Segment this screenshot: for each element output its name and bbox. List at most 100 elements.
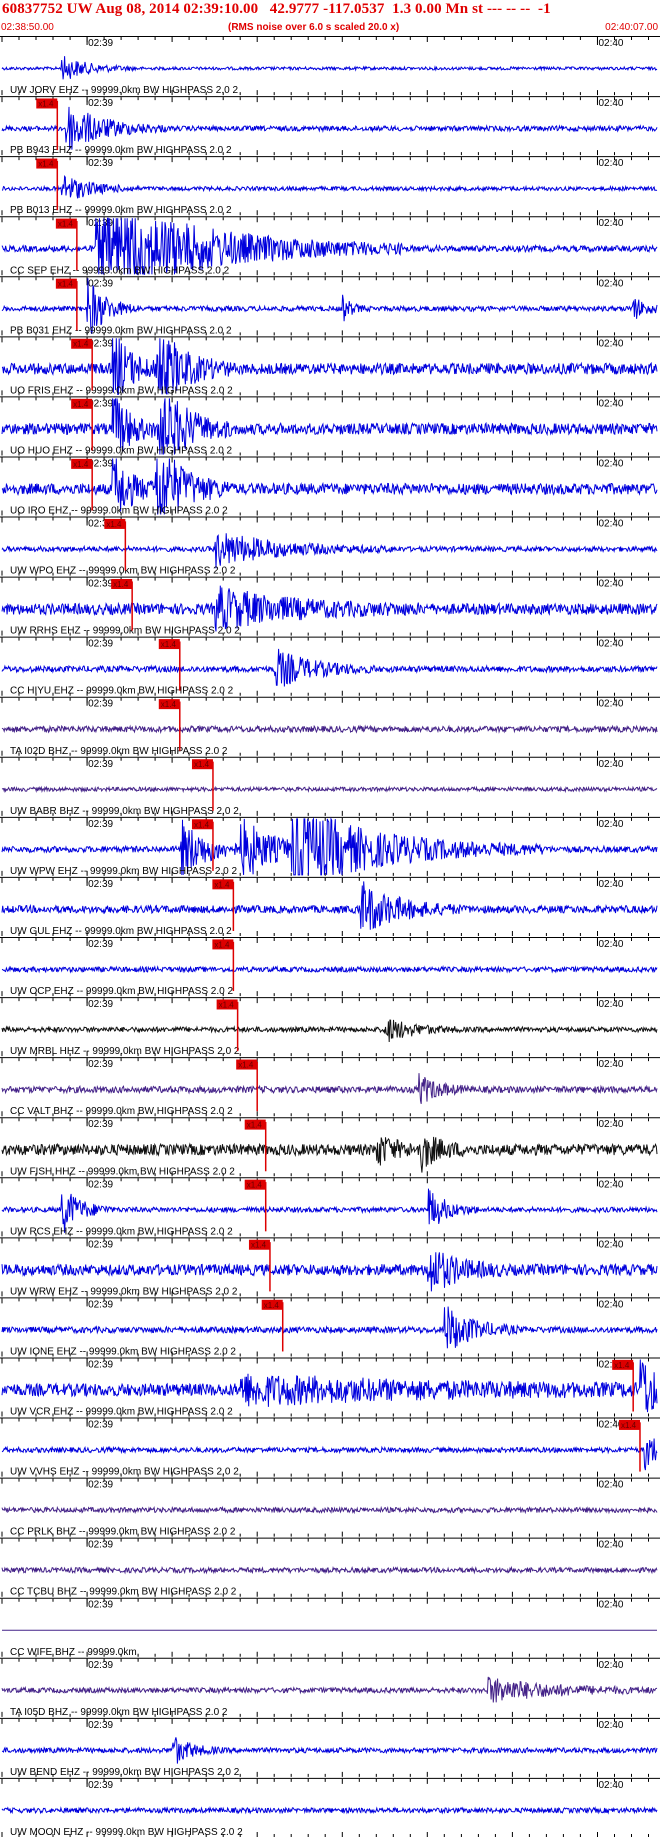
station-label: UO FRIS EHZ -- 99999.0km BW HIGHPASS 2.0… xyxy=(10,385,233,396)
minute-tick-label: 02:40 xyxy=(598,158,623,169)
minute-tick-label: 02:40 xyxy=(598,1059,623,1070)
minute-tick-label: 02:40 xyxy=(598,699,623,710)
station-label: UW JORV EHZ -- 99999.0km BW HIGHPASS 2.0… xyxy=(10,85,238,96)
station-label: PB B943 EHZ -- 99999.0km BW HIGHPASS 2.0… xyxy=(10,145,232,156)
pick-label: x1.4 xyxy=(113,580,129,589)
plot-title: 60837752 UW Aug 08, 2014 02:39:10.00 42.… xyxy=(2,1,551,17)
minute-tick-label: 02:39 xyxy=(88,278,113,289)
minute-tick-label: 02:40 xyxy=(598,38,623,49)
waveform-trace xyxy=(1,1438,658,1471)
station-label: UW GUL EHZ -- 99999.0km BW HIGHPASS 2.0 … xyxy=(10,926,232,937)
minute-tick-label: 02:39 xyxy=(88,1540,113,1551)
minute-tick-label: 02:40 xyxy=(598,1480,623,1491)
station-label: UW RRHS EHZ -- 99999.0km BW HIGHPASS 2.0… xyxy=(10,626,240,637)
minute-tick-label: 02:39 xyxy=(88,98,113,109)
minute-tick-label: 02:39 xyxy=(88,699,113,710)
station-label: CC PRLK BHZ -- 99999.0km BW HIGHPASS 2.0… xyxy=(10,1527,236,1538)
station-label: UW BABR BHZ -- 99999.0km BW HIGHPASS 2.0… xyxy=(10,806,239,817)
pick-label: x1.4 xyxy=(194,760,210,769)
minute-tick-label: 02:39 xyxy=(88,639,113,650)
minute-tick-label: 02:39 xyxy=(88,579,113,590)
waveform-trace xyxy=(1,1676,658,1703)
waveform-trace xyxy=(1,585,658,632)
minute-tick-label: 02:39 xyxy=(88,1600,113,1611)
pick-label: x1.4 xyxy=(264,1301,280,1310)
minute-tick-label: 02:39 xyxy=(88,1119,113,1130)
minute-tick-label: 02:40 xyxy=(598,458,623,469)
pick-label: x1.4 xyxy=(251,1241,267,1250)
minute-tick-label: 02:39 xyxy=(88,1359,113,1370)
station-label: TA I05D BHZ -- 99999.0km BW HIGHPASS 2.0… xyxy=(10,1707,228,1718)
minute-tick-label: 02:40 xyxy=(598,519,623,530)
minute-tick-label: 02:39 xyxy=(88,939,113,950)
station-label: CC SEP EHZ -- 99999.0km BW HIGHPASS 2.0 … xyxy=(10,265,230,276)
plot-header: 60837752 UW Aug 08, 2014 02:39:10.00 42.… xyxy=(0,0,660,36)
minute-tick-label: 02:40 xyxy=(598,98,623,109)
waveform-trace xyxy=(1,174,658,199)
station-label: CC TCBU BHZ -- 99999.0km BW HIGHPASS 2.0… xyxy=(10,1587,237,1598)
minute-tick-label: 02:39 xyxy=(88,1179,113,1190)
station-label: UO HUO EHZ -- 99999.0km BW HIGHPASS 2.0 … xyxy=(10,445,233,456)
waveform-trace xyxy=(1,1073,658,1105)
pick-label: x1.4 xyxy=(73,340,89,349)
minute-tick-label: 02:39 xyxy=(88,1720,113,1731)
pick-label: x1.4 xyxy=(214,940,230,949)
minute-tick-label: 02:39 xyxy=(88,1059,113,1070)
pick-label: x1.4 xyxy=(58,280,74,289)
waveform-trace xyxy=(1,1565,658,1575)
pick-label: x1.4 xyxy=(58,220,74,229)
station-label: CC HIYU EHZ -- 99999.0km BW HIGHPASS 2.0… xyxy=(10,686,234,697)
minute-tick-label: 02:39 xyxy=(88,158,113,169)
waveform-trace xyxy=(1,785,658,794)
waveform-trace xyxy=(1,1805,658,1815)
pick-label: x1.4 xyxy=(38,160,54,169)
station-label: CC WIFE BHZ -- 99999.0km xyxy=(10,1647,137,1658)
minute-tick-label: 02:39 xyxy=(88,759,113,770)
waveform-trace xyxy=(1,56,658,80)
pick-label: x1.4 xyxy=(247,1121,263,1130)
rms-note: (RMS noise over 6.0 s scaled 20.0 x) xyxy=(228,22,400,33)
minute-tick-label: 02:40 xyxy=(598,1299,623,1310)
pick-label: x1.4 xyxy=(214,880,230,889)
minute-tick-label: 02:40 xyxy=(598,278,623,289)
station-label: PB B013 EHZ -- 99999.0km BW HIGHPASS 2.0… xyxy=(10,205,232,216)
station-label: UW FISH HHZ -- 99999.0km BW HIGHPASS 2.0… xyxy=(10,1166,235,1177)
minute-tick-label: 02:40 xyxy=(598,1239,623,1250)
minute-tick-label: 02:40 xyxy=(598,218,623,229)
station-label: UW MOON EHZ -- 99999.0km BW HIGHPASS 2.0… xyxy=(10,1827,243,1838)
pick-label: x1.4 xyxy=(73,400,89,409)
start-time: 02:38:50.00 xyxy=(1,22,54,33)
minute-tick-label: 02:39 xyxy=(88,38,113,49)
station-label: CC VALT BHZ -- 99999.0km BW HIGHPASS 2.0… xyxy=(10,1106,233,1117)
end-time: 02:40:07.00 xyxy=(605,22,658,33)
minute-tick-label: 02:40 xyxy=(598,999,623,1010)
minute-tick-label: 02:40 xyxy=(598,939,623,950)
waveform-trace xyxy=(1,106,658,150)
pick-label: x1.4 xyxy=(621,1421,637,1430)
waveform-trace xyxy=(1,1505,658,1515)
minute-tick-label: 02:40 xyxy=(598,1780,623,1791)
minute-tick-label: 02:39 xyxy=(88,1299,113,1310)
waveform-trace xyxy=(1,1306,658,1349)
pick-label: x1.4 xyxy=(73,460,89,469)
station-label: UO IRO EHZ -- 99999.0km BW HIGHPASS 2.0 … xyxy=(10,506,228,517)
pick-label: x1.4 xyxy=(38,99,54,108)
pick-label: x1.4 xyxy=(106,520,122,529)
minute-tick-label: 02:40 xyxy=(598,759,623,770)
minute-tick-label: 02:39 xyxy=(88,1780,113,1791)
minute-tick-label: 02:40 xyxy=(598,1720,623,1731)
minute-tick-label: 02:39 xyxy=(88,879,113,890)
station-label: UW VCR EHZ -- 99999.0km BW HIGHPASS 2.0 … xyxy=(10,1407,233,1418)
minute-tick-label: 02:40 xyxy=(598,639,623,650)
station-label: UW OCP EHZ -- 99999.0km BW HIGHPASS 2.0 … xyxy=(10,986,233,997)
station-label: PB B031 EHZ -- 99999.0km BW HIGHPASS 2.0… xyxy=(10,325,232,336)
minute-tick-label: 02:39 xyxy=(88,1660,113,1671)
station-label: UW WPW EHZ -- 99999.0km BW HIGHPASS 2.0 … xyxy=(10,866,238,877)
waveform-trace xyxy=(1,1019,658,1043)
pick-label: x1.4 xyxy=(247,1181,263,1190)
station-label: UW IONE EHZ -- 99999.0km BW HIGHPASS 2.0… xyxy=(10,1346,236,1357)
minute-tick-label: 02:40 xyxy=(598,879,623,890)
station-label: UW BEND EHZ -- 99999.0km BW HIGHPASS 2.0… xyxy=(10,1767,240,1778)
station-label: UW VVHS EHZ -- 99999.0km BW HIGHPASS 2.0… xyxy=(10,1467,239,1478)
station-label: UW WPO EHZ -- 99999.0km BW HIGHPASS 2.0 … xyxy=(10,566,236,577)
